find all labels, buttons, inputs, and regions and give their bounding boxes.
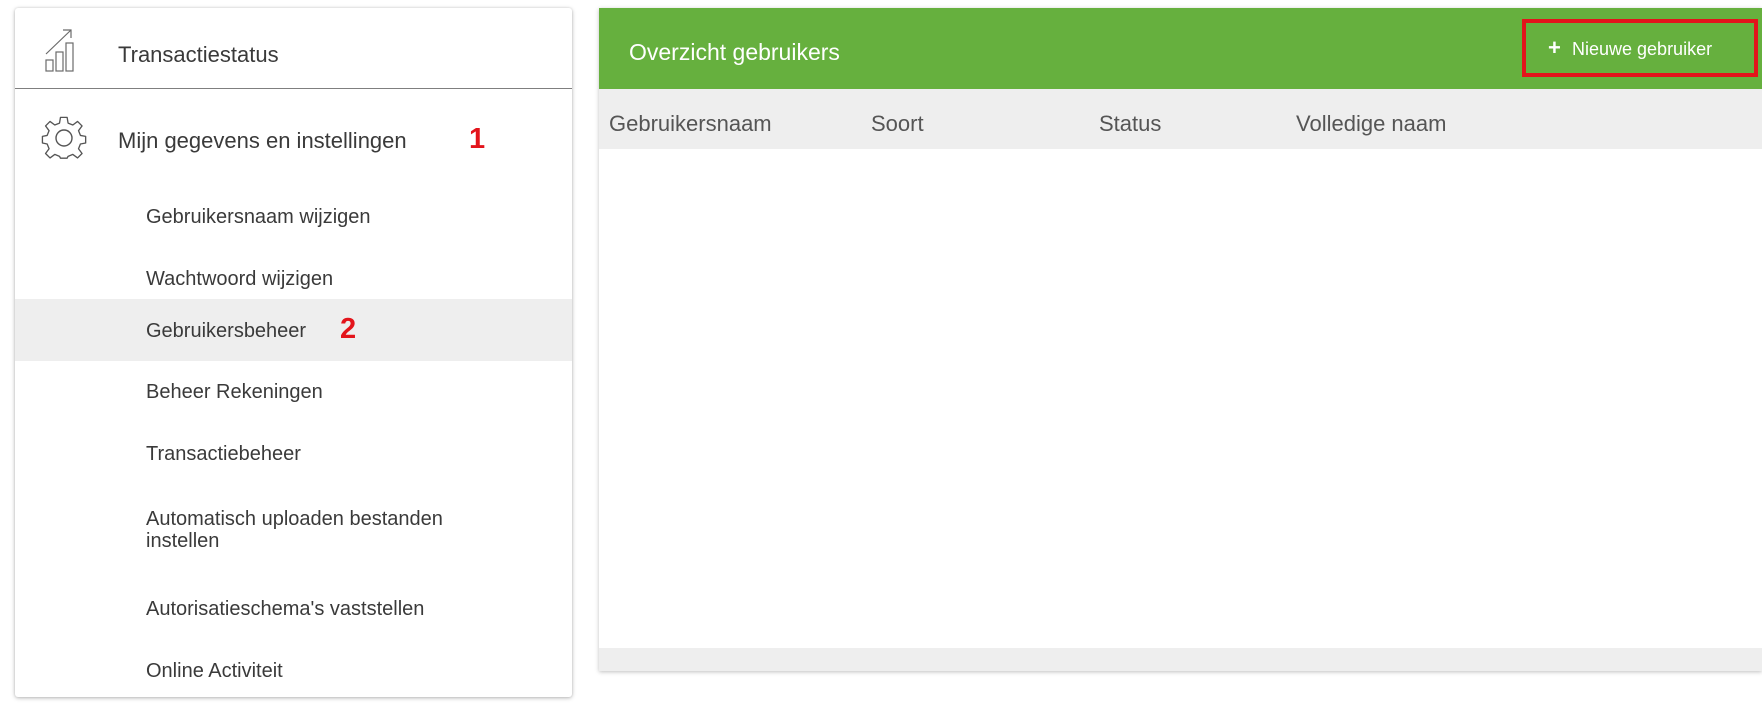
- sidebar-item-autorisatieschemas[interactable]: Autorisatieschema's vaststellen: [15, 578, 572, 640]
- column-header-status[interactable]: Status: [1099, 111, 1161, 137]
- sidebar-item-settings[interactable]: Mijn gegevens en instellingen 1: [15, 90, 572, 186]
- sidebar-item-transactiestatus[interactable]: Transactiestatus: [15, 8, 572, 89]
- sidebar-item-label: Gebruikersnaam wijzigen: [146, 206, 371, 228]
- sidebar-item-label-line2: instellen: [146, 530, 220, 552]
- sidebar-item-label: Gebruikersbeheer: [146, 320, 307, 342]
- sidebar-item-beheer-rekeningen[interactable]: Beheer Rekeningen: [15, 361, 572, 423]
- sidebar-item-label: Transactiebeheer: [146, 443, 301, 465]
- sidebar-item-label: Automatisch uploaden bestanden: [146, 508, 443, 530]
- sidebar-item-automatisch-uploaden[interactable]: Automatisch uploaden bestanden instellen: [15, 500, 572, 572]
- sidebar-item-label: Autorisatieschema's vaststellen: [146, 598, 425, 620]
- sidebar-item-gebruikersbeheer[interactable]: Gebruikersbeheer 2: [15, 299, 572, 361]
- panel-header: Overzicht gebruikers + Nieuwe gebruiker: [599, 8, 1762, 89]
- column-header-volledige-naam[interactable]: Volledige naam: [1296, 111, 1446, 137]
- column-header-gebruikersnaam[interactable]: Gebruikersnaam: [609, 111, 772, 137]
- new-user-button[interactable]: + Nieuwe gebruiker: [1522, 19, 1758, 77]
- sidebar-item-label: Beheer Rekeningen: [146, 381, 323, 403]
- sidebar-item-gebruikersnaam-wijzigen[interactable]: Gebruikersnaam wijzigen: [15, 186, 572, 248]
- sidebar-item-transactiebeheer[interactable]: Transactiebeheer: [15, 423, 572, 485]
- sidebar-item-online-activiteit[interactable]: Online Activiteit: [15, 640, 572, 697]
- column-header-soort[interactable]: Soort: [871, 111, 924, 137]
- chart-icon: [43, 24, 77, 72]
- page: Transactiestatus Mijn gegevens en instel…: [0, 0, 1762, 721]
- panel-footer: [599, 648, 1762, 671]
- users-panel: Overzicht gebruikers + Nieuwe gebruiker …: [599, 8, 1762, 671]
- annotation-marker: 2: [340, 313, 357, 345]
- plus-icon: +: [1548, 35, 1561, 60]
- gear-icon: [41, 115, 87, 161]
- page-title: Overzicht gebruikers: [629, 39, 840, 65]
- sidebar-item-label: Transactiestatus: [118, 42, 279, 67]
- sidebar-item-label: Mijn gegevens en instellingen: [118, 128, 407, 153]
- new-user-button-label: Nieuwe gebruiker: [1572, 39, 1713, 59]
- sidebar-item-label: Online Activiteit: [146, 660, 283, 682]
- sidebar-item-label: Wachtwoord wijzigen: [146, 268, 334, 290]
- sidebar: Transactiestatus Mijn gegevens en instel…: [15, 8, 572, 697]
- table-header: Gebruikersnaam Soort Status Volledige na…: [599, 89, 1762, 149]
- annotation-marker: 1: [469, 123, 486, 155]
